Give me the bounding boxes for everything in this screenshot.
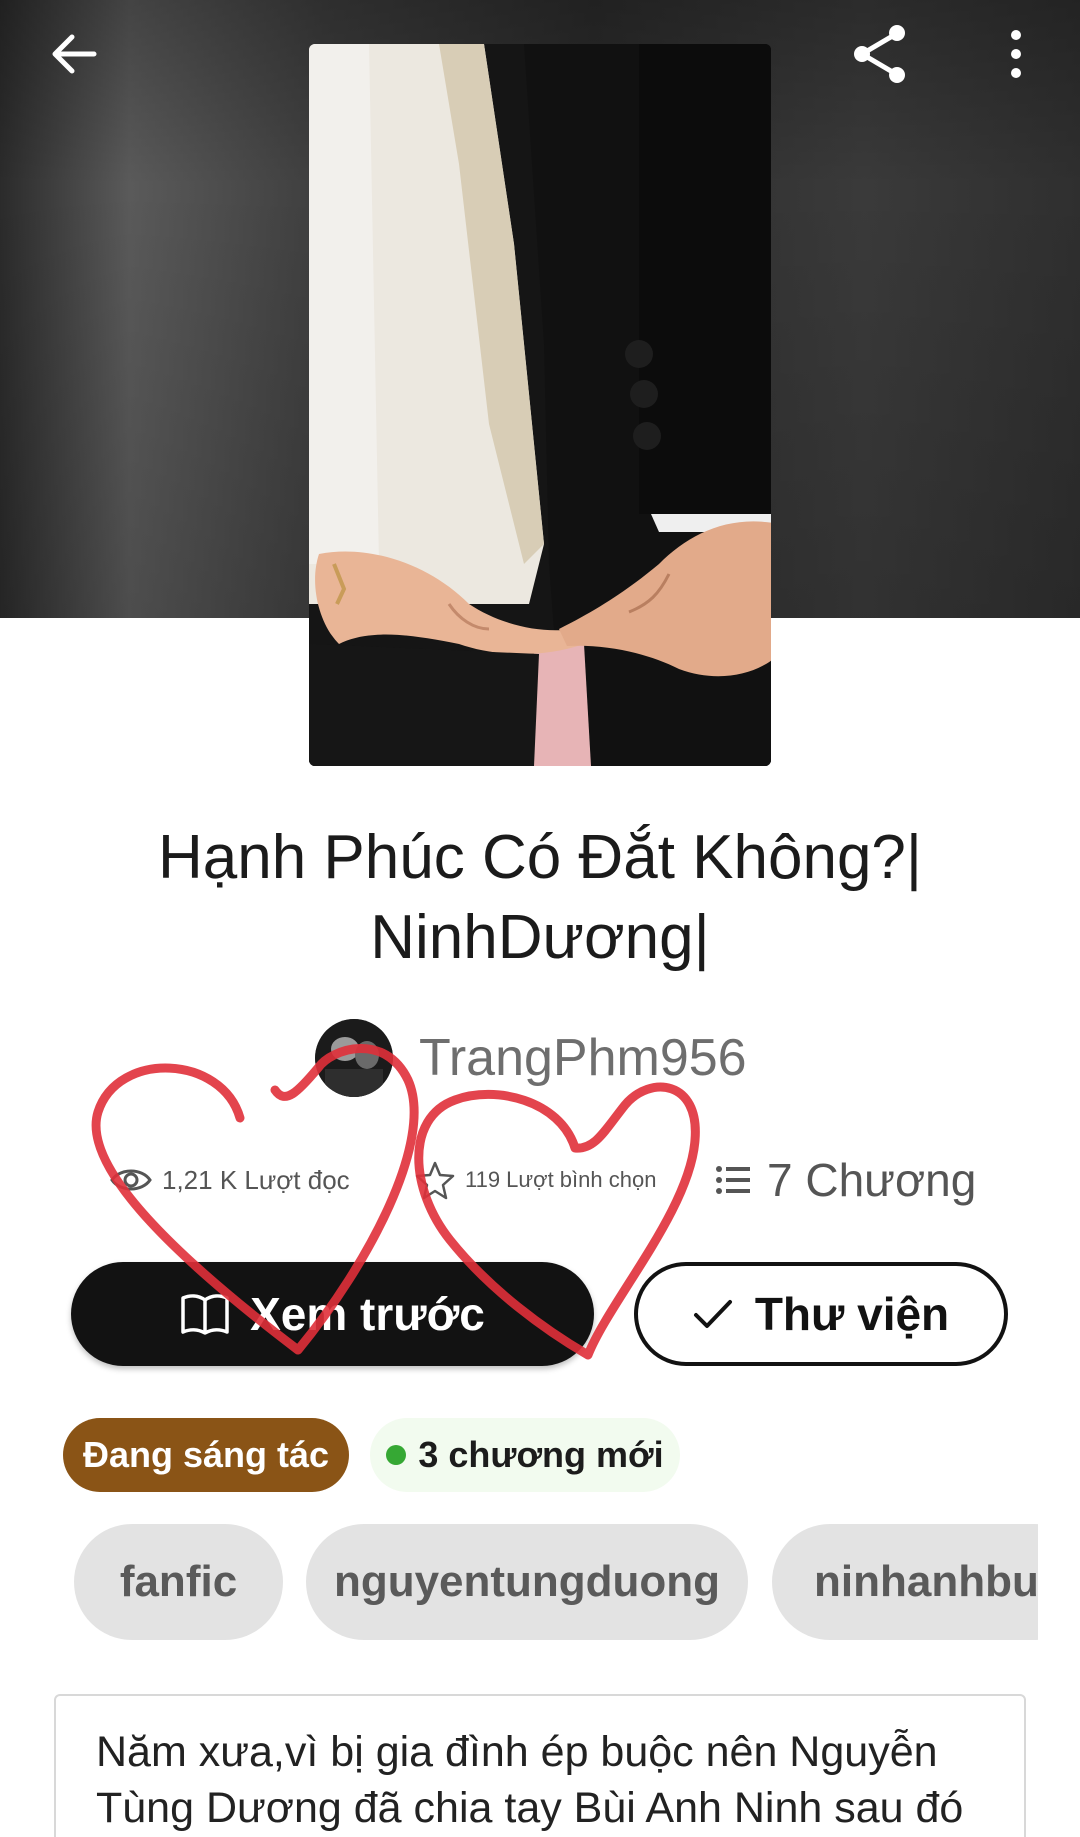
book-open-icon [181, 1294, 229, 1335]
stat-votes: 119 Lượt bình chọn [415, 1150, 656, 1210]
stat-parts: 7 Chương [715, 1150, 976, 1210]
new-chapters-badge: 3 chương mới [370, 1418, 680, 1492]
story-title-line-2: NinhDương| [370, 903, 710, 972]
more-options-button[interactable] [980, 18, 1052, 90]
stat-parts-label: 7 Chương [767, 1154, 977, 1206]
check-icon [693, 1300, 732, 1328]
preview-button[interactable]: Xem trước [71, 1262, 594, 1366]
tag-list: fanfic nguyentungduong ninhanhbui [74, 1524, 1038, 1640]
eye-icon [110, 1169, 152, 1191]
list-icon [716, 1166, 750, 1194]
tag-chip[interactable]: nguyentungduong [306, 1524, 748, 1640]
story-title: Hạnh Phúc Có Đắt Không?| NinhDương| [60, 818, 1020, 978]
story-stats: 1,21 K Lượt đọc 119 Lượt bình chọn 7 Chư… [110, 1150, 1010, 1210]
library-button-label: Thư viện [754, 1288, 950, 1340]
avatar-image [315, 1019, 393, 1097]
stat-votes-label: 119 Lượt bình chọn [465, 1167, 657, 1192]
back-button[interactable] [38, 18, 110, 90]
share-button[interactable] [844, 18, 916, 90]
green-dot-icon [386, 1445, 407, 1465]
status-badge: Đang sáng tác [63, 1418, 349, 1492]
cover-photo [309, 44, 771, 766]
preview-button-label: Xem trước [250, 1288, 485, 1340]
avatar[interactable] [315, 1019, 393, 1097]
story-title-line-1: Hạnh Phúc Có Đắt Không?| [157, 823, 923, 892]
star-icon [415, 1161, 455, 1200]
share-icon [854, 25, 905, 83]
tag-chip[interactable]: fanfic [74, 1524, 283, 1640]
library-button[interactable]: Thư viện [634, 1262, 1008, 1366]
author-row[interactable]: TrangPhm956 [315, 1018, 747, 1098]
description-box[interactable]: Năm xưa,vì bị gia đình ép buộc nên Nguyễ… [54, 1694, 1026, 1837]
stat-reads-label: 1,21 K Lượt đọc [162, 1164, 350, 1195]
more-vertical-icon [1011, 30, 1021, 78]
arrow-left-icon [52, 34, 97, 74]
tag-chip[interactable]: ninhanhbui [772, 1524, 1038, 1640]
stat-reads: 1,21 K Lượt đọc [110, 1150, 350, 1210]
new-chapters-label: 3 chương mới [418, 1434, 664, 1475]
author-name[interactable]: TrangPhm956 [419, 1028, 747, 1088]
description-text: Năm xưa,vì bị gia đình ép buộc nên Nguyễ… [96, 1728, 964, 1832]
story-cover-image[interactable] [309, 44, 771, 766]
